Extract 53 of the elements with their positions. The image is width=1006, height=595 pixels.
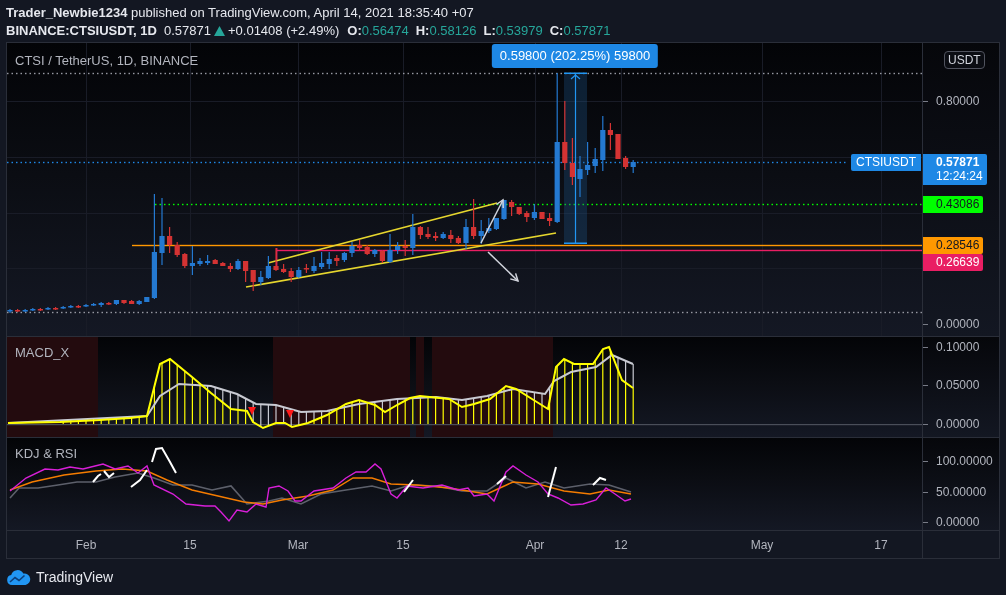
axis-label: 100.00000 [936,453,993,469]
indicator-segment [92,473,102,483]
symbol-tag: CTSIUSDT [851,154,921,171]
time-label: Feb [75,537,97,553]
ohlc-value: 0.58126 [429,22,477,40]
indicator-segment [403,479,414,493]
brand-name: TradingView [36,569,114,585]
publish-info: Trader_Newbie1234 published on TradingView.com, April 14, 2021 18:35:40 +07 [6,4,474,22]
currency-button[interactable]: USDT [944,51,985,69]
chart-legend: CTSI / TetherUS, 1D, BINANCE [15,53,199,69]
time-label: 17 [874,537,888,553]
price-tag: 0.28546 [923,237,984,254]
countdown-timer: 12:24:24 [936,169,983,183]
arrow [480,198,504,244]
indicator-title: KDJ & RSI [15,446,78,462]
down-triangle-icon [286,410,294,418]
indicator-segment [151,446,177,474]
axis-label: 0.10000 [936,339,980,355]
down-triangle-icon [248,407,256,415]
indicator-title: MACD_X [15,345,70,361]
time-label: 15 [183,537,197,553]
arrow [487,251,520,283]
cloud-icon [7,569,31,585]
indicator-segment [496,475,507,485]
axis-label: 0.00000 [936,316,980,332]
axis-label: 0.80000 [936,93,980,109]
time-label: 12 [614,537,628,553]
ohlc-label: L: [483,22,496,40]
symbol-title: BINANCE:CTSIUSDT, 1D [6,22,157,40]
time-label: May [750,537,774,553]
time-label: Mar [287,537,309,553]
ohlc-label: C: [549,22,564,40]
measure-label: 0.59800 (202.25%) 59800 [491,44,659,68]
ohlc-label: H: [415,22,430,40]
price-change: +0.01408 (+2.49%) [227,22,340,40]
time-label: Apr [525,537,545,553]
indicator-segment [547,466,557,498]
axis-label: 0.05000 [936,377,980,393]
ohlc-value: 0.53979 [495,22,543,40]
axis-label: 0.00000 [936,416,980,432]
time-label: 15 [396,537,410,553]
price-value: 0.57871 [936,155,981,169]
ohlc-label: O: [347,22,362,40]
price-tag: 0.43086 [923,196,984,213]
last-price: 0.57871 [163,22,211,40]
ohlc-value: 0.56474 [361,22,409,40]
indicator-segment [130,469,148,488]
ohlc-value: 0.57871 [563,22,611,40]
indicator-segment [103,470,115,479]
axis-label: 50.00000 [936,484,987,500]
indicator-segment [592,476,607,486]
axis-label: 0.00000 [936,514,980,530]
price-tag: 0.26639 [923,254,984,271]
